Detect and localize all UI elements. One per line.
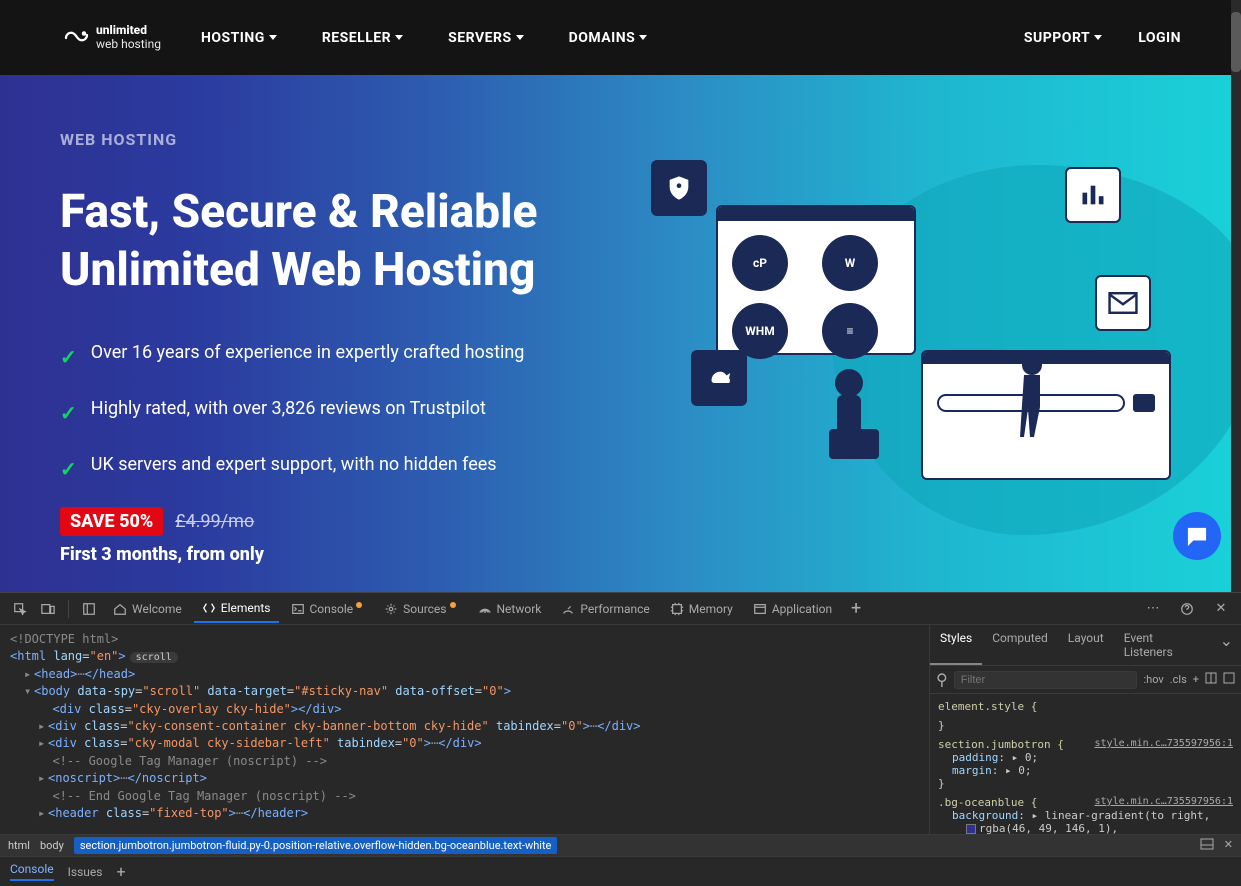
- drawer-tab-console[interactable]: Console: [10, 862, 54, 881]
- nav-hosting[interactable]: HOSTING: [201, 30, 277, 46]
- dom-tree[interactable]: <!DOCTYPE html> <html lang="en">scroll ▸…: [0, 625, 929, 834]
- scroll-thumb[interactable]: [1231, 12, 1241, 72]
- styles-filter-input[interactable]: [954, 671, 1138, 689]
- dom-line[interactable]: <!-- End Google Tag Manager (noscript) -…: [10, 788, 919, 805]
- check-icon: ✓: [60, 453, 77, 485]
- add-drawer-tab-icon[interactable]: +: [116, 862, 125, 881]
- color-swatch[interactable]: [966, 824, 976, 834]
- hov-pill[interactable]: :hov: [1143, 673, 1163, 686]
- nav-reseller[interactable]: RESELLER: [322, 30, 403, 46]
- person-illustration: [819, 365, 879, 485]
- chevron-down-icon[interactable]: ⌄: [1212, 625, 1241, 665]
- nav-servers[interactable]: SERVERS: [448, 30, 523, 46]
- add-tab-icon[interactable]: +: [844, 597, 868, 621]
- flexbox-icon[interactable]: [1205, 672, 1217, 687]
- chat-icon: [1186, 526, 1208, 546]
- hero-section: WEB HOSTING Fast, Secure & Reliable Unli…: [0, 75, 1241, 592]
- caret-down-icon: [395, 35, 403, 40]
- server-icon: ≡: [822, 303, 878, 359]
- crumb-html[interactable]: html: [8, 839, 30, 852]
- styles-tab-events[interactable]: Event Listeners: [1114, 625, 1212, 665]
- webpage-viewport: unlimited web hosting HOSTING RESELLER S…: [0, 0, 1241, 592]
- breadcrumb-bar: html body section.jumbotron.jumbotron-fl…: [0, 834, 1241, 856]
- caret-down-icon: [269, 35, 277, 40]
- devtools-panel: Welcome Elements Console Sources Network…: [0, 592, 1241, 886]
- tab-elements[interactable]: Elements: [194, 595, 279, 623]
- dom-line[interactable]: ▸<div class="cky-modal cky-sidebar-left"…: [10, 735, 919, 752]
- layout-icon[interactable]: [1223, 672, 1235, 687]
- panel-toggle-icon[interactable]: [77, 597, 101, 621]
- crumb-body[interactable]: body: [40, 839, 64, 852]
- styles-panel: Styles Computed Layout Event Listeners ⌄…: [929, 625, 1241, 834]
- tab-memory[interactable]: Memory: [662, 596, 741, 622]
- tab-network[interactable]: Network: [470, 596, 550, 622]
- layout-toggle-icon[interactable]: [1200, 838, 1214, 853]
- logo-text-2: web hosting: [96, 38, 161, 51]
- filter-icon: ⚲: [936, 670, 948, 689]
- nav-support[interactable]: SUPPORT: [1024, 30, 1102, 46]
- drawer-tab-issues[interactable]: Issues: [68, 865, 103, 879]
- check-icon: ✓: [60, 341, 77, 373]
- nav-login[interactable]: LOGIN: [1138, 30, 1181, 46]
- console-drawer: Console Issues +: [0, 856, 1241, 886]
- caret-down-icon: [516, 35, 524, 40]
- dom-line[interactable]: <html lang="en">scroll: [10, 648, 919, 666]
- logo[interactable]: unlimited web hosting: [60, 24, 161, 50]
- dom-line[interactable]: <!-- Google Tag Manager (noscript) -->: [10, 753, 919, 770]
- dom-line[interactable]: ▾<body data-spy="scroll" data-target="#s…: [10, 683, 919, 700]
- dom-line[interactable]: ▸<div class="cky-consent-container cky-b…: [10, 718, 919, 735]
- help-icon[interactable]: [1175, 597, 1199, 621]
- save-badge: SAVE 50%: [60, 507, 163, 536]
- styles-rules[interactable]: element.style { } section.jumbotron {sty…: [930, 694, 1241, 834]
- dom-line[interactable]: ▸<noscript>⋯</noscript>: [10, 770, 919, 787]
- strike-price: £4.99/mo: [175, 511, 254, 532]
- dom-line[interactable]: <!DOCTYPE html>: [10, 631, 919, 648]
- chat-button[interactable]: [1173, 512, 1221, 560]
- caret-down-icon: [639, 35, 647, 40]
- wordpress-icon: W: [822, 235, 878, 291]
- caret-down-icon: [1094, 35, 1102, 40]
- hero-title: Fast, Secure & Reliable Unlimited Web Ho…: [60, 184, 640, 299]
- chart-bars-icon: [1065, 167, 1121, 223]
- infinity-icon: [60, 28, 90, 48]
- scrollbar[interactable]: [1231, 0, 1241, 592]
- hero-bullets: ✓ Over 16 years of experience in expertly…: [60, 339, 580, 485]
- dom-line[interactable]: ▸<head>⋯</head>: [10, 666, 919, 683]
- dom-line[interactable]: <div class="cky-overlay cky-hide"></div>: [10, 701, 919, 718]
- check-icon: ✓: [60, 397, 77, 429]
- devtools-tabbar: Welcome Elements Console Sources Network…: [0, 593, 1241, 625]
- cpanel-icon: cP: [732, 235, 788, 291]
- close-drawer-icon[interactable]: ✕: [1224, 838, 1233, 853]
- dom-line[interactable]: ▸<header class="fixed-top">⋯</header>: [10, 805, 919, 822]
- hero-illustration: cP W WHM ≡: [641, 135, 1201, 555]
- nav-domains[interactable]: DOMAINS: [569, 30, 648, 46]
- crumb-section[interactable]: section.jumbotron.jumbotron-fluid.py-0.p…: [74, 837, 558, 854]
- logo-text-1: unlimited: [96, 24, 161, 37]
- tab-sources[interactable]: Sources: [376, 596, 465, 622]
- bullet-text: Highly rated, with over 3,826 reviews on…: [91, 395, 486, 424]
- shield-icon: [651, 160, 707, 216]
- person-walking-illustration: [1008, 353, 1056, 453]
- bullet-text: Over 16 years of experience in expertly …: [91, 339, 525, 368]
- add-rule-icon[interactable]: +: [1193, 673, 1199, 686]
- tab-application[interactable]: Application: [745, 596, 840, 622]
- tab-console[interactable]: Console: [283, 596, 373, 622]
- inspect-icon[interactable]: [8, 597, 32, 621]
- mail-icon: [1095, 275, 1151, 331]
- more-icon[interactable]: ⋯: [1141, 597, 1165, 621]
- app-panel: cP W WHM ≡: [716, 205, 916, 355]
- tab-performance[interactable]: Performance: [553, 596, 657, 622]
- styles-tab-computed[interactable]: Computed: [982, 625, 1058, 665]
- cls-pill[interactable]: .cls: [1170, 673, 1187, 686]
- top-nav: unlimited web hosting HOSTING RESELLER S…: [0, 0, 1241, 75]
- styles-tab-layout[interactable]: Layout: [1058, 625, 1114, 665]
- bullet-text: UK servers and expert support, with no h…: [91, 451, 497, 480]
- rabbit-icon: [691, 350, 747, 406]
- tab-welcome[interactable]: Welcome: [105, 596, 190, 622]
- styles-tab-styles[interactable]: Styles: [930, 625, 982, 665]
- device-icon[interactable]: [36, 597, 60, 621]
- close-icon[interactable]: ✕: [1209, 597, 1233, 621]
